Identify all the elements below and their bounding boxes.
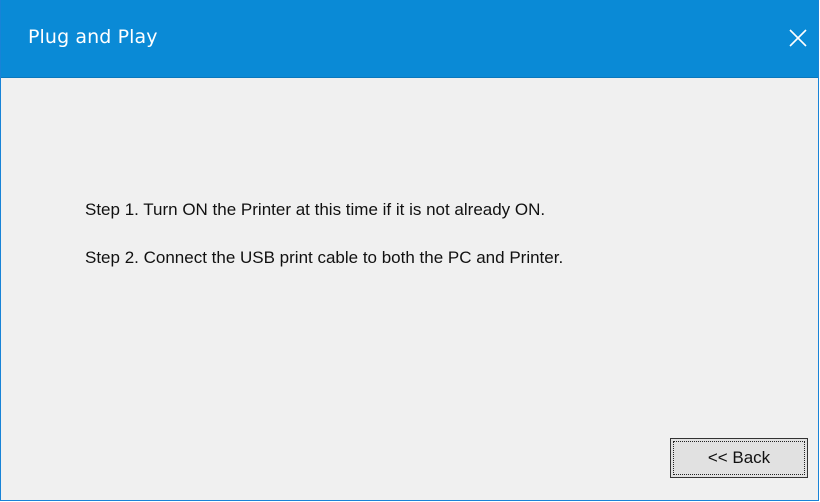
close-button[interactable]: [778, 18, 818, 58]
step-2-text: Step 2. Connect the USB print cable to b…: [85, 248, 564, 267]
back-button[interactable]: << Back: [670, 438, 808, 478]
close-icon: [789, 29, 807, 47]
dialog-content: Step 1. Turn ON the Printer at this time…: [1, 78, 818, 500]
plug-and-play-dialog: Plug and Play Step 1. Turn ON the Printe…: [0, 0, 819, 501]
back-button-label: << Back: [673, 441, 805, 475]
title-bar: Plug and Play: [1, 0, 818, 78]
step-1-text: Step 1. Turn ON the Printer at this time…: [85, 200, 546, 219]
window-title: Plug and Play: [28, 26, 158, 48]
